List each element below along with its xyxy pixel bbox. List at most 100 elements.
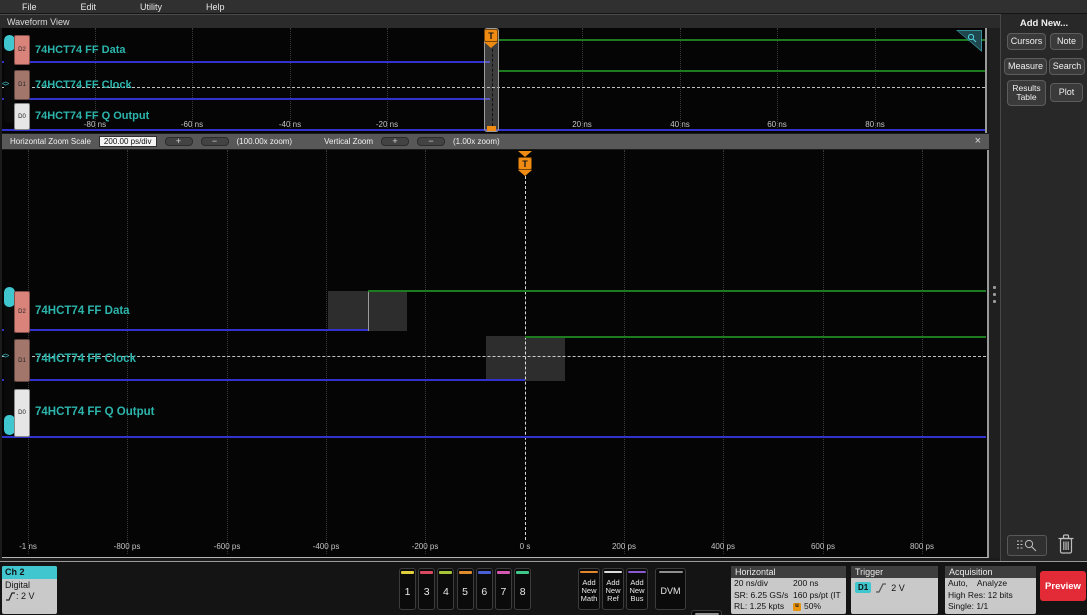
search-button[interactable]: Search [1049, 58, 1085, 75]
splitter-grip-dot [993, 300, 996, 303]
zoom-waveform-panel[interactable]: T <> D2 74HCT74 FF Data D1 74HCT74 FF Cl… [2, 150, 989, 558]
data-transition-edge [368, 291, 369, 331]
qoutput-low-line [2, 436, 986, 438]
channel-badge-d1[interactable]: D1 [14, 70, 30, 100]
channel-button-5[interactable]: 5 [456, 568, 474, 610]
magnifier-glyph [967, 33, 977, 43]
channel-badge-d0[interactable]: D0 [14, 389, 30, 437]
menu-edit[interactable]: Edit [81, 2, 97, 12]
trigger-marker-badge[interactable]: T [518, 157, 532, 170]
channel-button-label: 1 [404, 585, 411, 598]
data-high-line [368, 290, 986, 292]
channel-button-1[interactable]: 1 [399, 568, 416, 610]
acq-single: Single: 1/1 [948, 601, 989, 611]
hzoom-increase-button[interactable]: + [164, 137, 193, 146]
channel-label-d0: 74HCT74 FF Q Output [35, 406, 155, 418]
zoom-close-icon[interactable]: × [975, 136, 981, 147]
add-new-ref-button[interactable]: Add New Ref [602, 568, 624, 610]
channel-button-8[interactable]: 8 [514, 568, 532, 610]
channel-button-7[interactable]: 7 [494, 568, 512, 610]
channel-button-3[interactable]: 3 [418, 568, 436, 610]
trigger-source-arrow-icon: <> [2, 81, 9, 88]
dvm-label: DVM [660, 586, 681, 596]
trigger-marker-pointer [518, 170, 532, 176]
acquisition-settings-panel[interactable]: Acquisition Auto, Analyze High Res: 12 b… [945, 566, 1036, 614]
axis-tick: -40 ns [278, 120, 302, 129]
trigger-panel-title: Trigger [851, 566, 938, 578]
data-high-line [499, 39, 985, 41]
clock-high-line [525, 336, 986, 338]
vertical-zoom-label: Vertical Zoom [324, 137, 374, 146]
delay-icon: u [793, 603, 801, 611]
channel-button-4[interactable]: 4 [437, 568, 455, 610]
add-new-math-button[interactable]: Add New Math [578, 568, 600, 610]
overview-waveform-panel[interactable]: -80 ns -60 ns -40 ns -20 ns 20 ns 40 ns … [2, 28, 987, 133]
trigger-position-badge[interactable]: T [484, 29, 498, 42]
menu-utility[interactable]: Utility [140, 2, 162, 12]
axis-tick: -600 ps [213, 542, 241, 551]
oscilloscope-app: File Edit Utility Help Waveform View -80… [0, 0, 1087, 615]
corner-zoom-flag-icon[interactable] [956, 30, 982, 52]
horizontal-settings-panel[interactable]: Horizontal 20 ns/div 200 ns SR: 6.25 GS/s… [731, 566, 846, 614]
h-resolution: 160 ps/pt (IT [793, 589, 841, 600]
splitter-grip-dot [993, 293, 996, 296]
clock-low-line [2, 379, 525, 381]
add-new-bus-button[interactable]: Add New Bus [626, 568, 648, 610]
h-position: 50% [804, 601, 822, 611]
zoom-window-bottom-marker [487, 126, 496, 131]
channel2-badge[interactable]: Ch 2 Digital : 2 V [2, 566, 57, 614]
gridline [127, 150, 128, 554]
add-new-title: Add New... [1019, 18, 1069, 29]
gridline [723, 150, 724, 554]
horizontal-zoom-scale-label: Horizontal Zoom Scale [10, 137, 91, 146]
channel-badge-d1[interactable]: D1 [14, 339, 30, 382]
vzoom-increase-button[interactable]: + [381, 137, 410, 146]
channel-button-6[interactable]: 6 [475, 568, 493, 610]
delete-button[interactable] [1053, 531, 1079, 558]
menu-bar: File Edit Utility Help [0, 0, 1087, 14]
measure-button[interactable]: Measure [1004, 58, 1047, 75]
channel-label-d2: 74HCT74 FF Data [35, 44, 126, 56]
waveform-view-tab[interactable]: Waveform View [0, 14, 1000, 28]
data-low-line [2, 61, 490, 63]
h-window: 200 ns [793, 578, 819, 588]
channel-button-label: 4 [442, 585, 449, 598]
afg-button[interactable]: AFG [691, 610, 722, 615]
zoom-overview-button[interactable] [1007, 535, 1047, 556]
panel-splitter[interactable] [989, 28, 1000, 558]
menu-help[interactable]: Help [206, 2, 225, 12]
gridline [777, 28, 778, 128]
trigger-source-arrow-icon: <> [2, 353, 9, 360]
channel2-type: Digital [5, 580, 31, 590]
hzoom-factor-readout: (100.00x zoom) [236, 137, 293, 146]
results-table-button[interactable]: Results Table [1007, 80, 1046, 106]
gridline [922, 150, 923, 554]
data-low-line [2, 329, 368, 331]
clock-transition-uncertainty-box [486, 336, 565, 381]
cursors-button[interactable]: Cursors [1007, 33, 1046, 50]
gridline [823, 150, 824, 554]
trigger-source-badge: D1 [855, 582, 872, 593]
note-button[interactable]: Note [1050, 33, 1083, 50]
dvm-button[interactable]: DVM [655, 568, 686, 610]
h-sample-rate: SR: 6.25 GS/s [734, 589, 789, 600]
plot-button[interactable]: Plot [1050, 83, 1083, 102]
menu-file[interactable]: File [22, 2, 37, 12]
vzoom-decrease-button[interactable]: − [417, 137, 446, 146]
channel-badge-d0[interactable]: D0 [14, 103, 30, 130]
add-button-label: Add New Ref [605, 578, 621, 603]
gridline [582, 28, 583, 128]
clock-low-line [2, 98, 490, 100]
axis-tick: 200 ps [611, 542, 637, 551]
waveform-view-tab-label: Waveform View [7, 16, 70, 27]
hzoom-decrease-button[interactable]: − [200, 137, 229, 146]
preview-button[interactable]: Preview [1040, 571, 1086, 601]
channel-label-d0: 74HCT74 FF Q Output [35, 110, 150, 122]
horizontal-zoom-scale-value[interactable]: 200.00 ps/div [98, 136, 157, 147]
trigger-settings-panel[interactable]: Trigger D1 2 V [851, 566, 938, 614]
axis-tick: 0 s [519, 542, 531, 551]
channel-label-d2: 74HCT74 FF Data [35, 305, 130, 317]
axis-tick: 400 ps [710, 542, 736, 551]
channel-badge-d2[interactable]: D2 [14, 35, 30, 65]
channel-badge-d2[interactable]: D2 [14, 291, 30, 333]
